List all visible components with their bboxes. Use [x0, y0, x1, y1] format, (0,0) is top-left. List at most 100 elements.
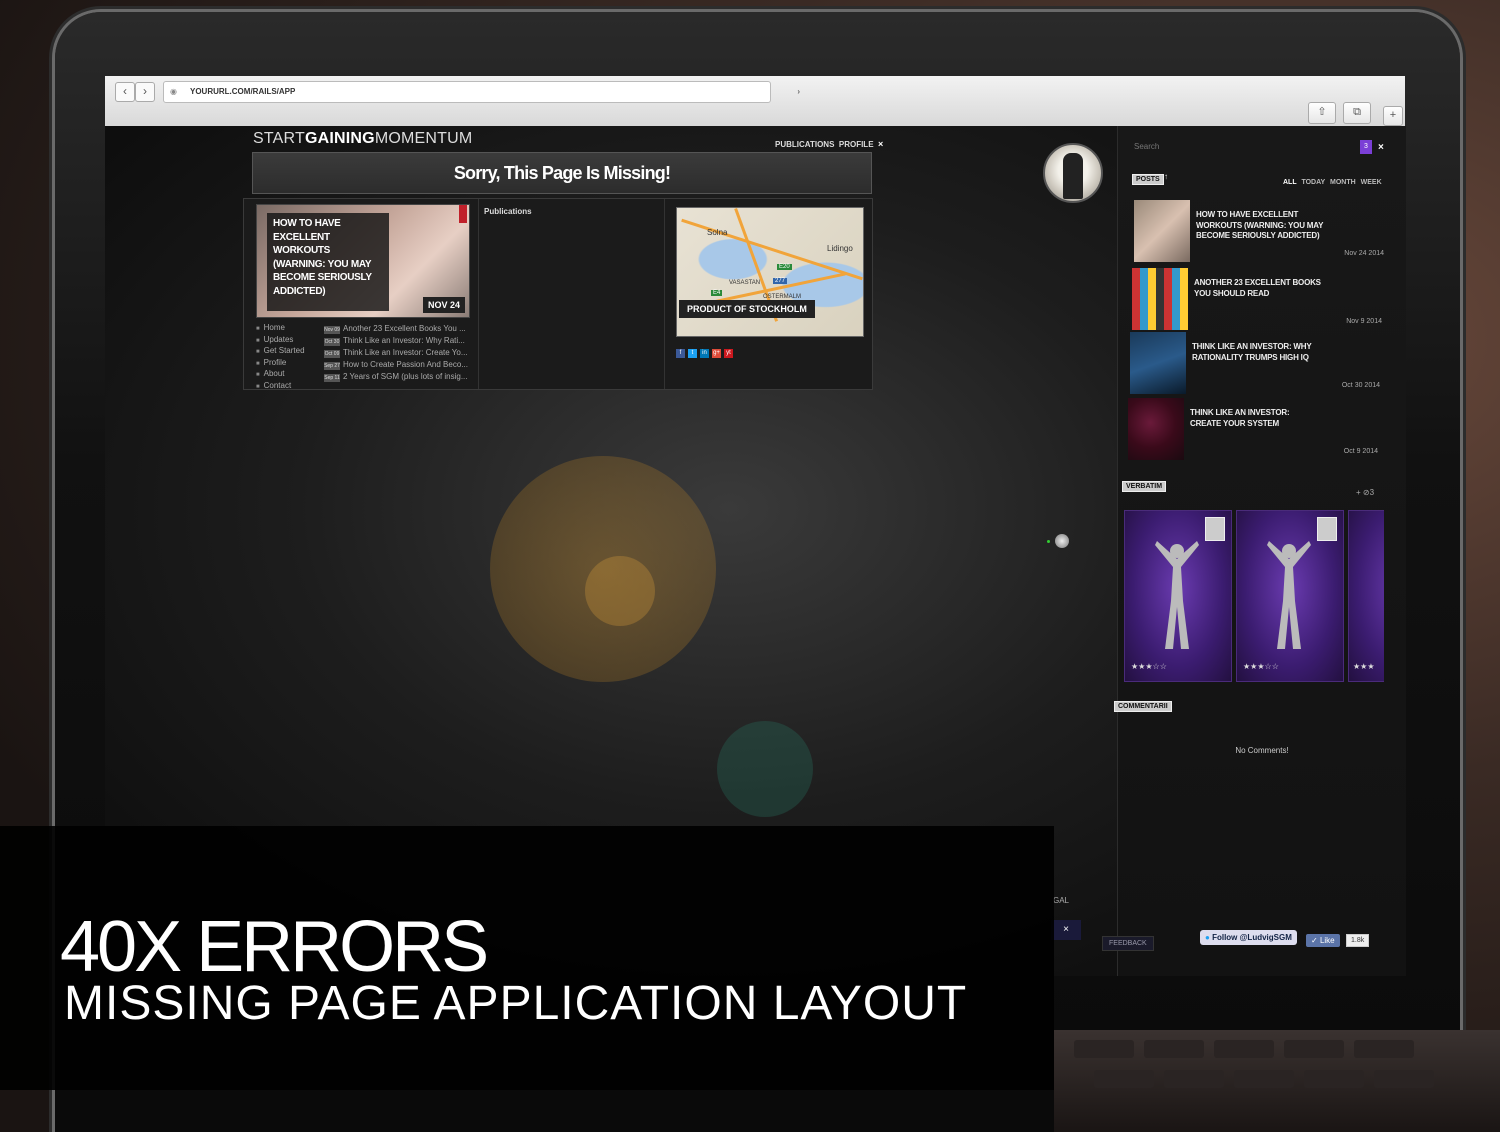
- filter-month[interactable]: MONTH: [1330, 179, 1356, 186]
- menu-contact[interactable]: Contact: [256, 381, 305, 393]
- suit-figure-icon: [1063, 153, 1083, 199]
- posts-tag[interactable]: POSTS: [1132, 174, 1164, 185]
- post-item[interactable]: THINK LIKE AN INVESTOR: WHY RATIONALITY …: [1130, 332, 1388, 396]
- post-date: Oct 09: [324, 350, 340, 358]
- post-thumbnail: [1132, 268, 1188, 330]
- post-item[interactable]: THINK LIKE AN INVESTOR: CREATE YOUR SYST…: [1128, 398, 1386, 462]
- post-date: Oct 9 2014: [1343, 448, 1378, 455]
- site-menu: Home Updates Get Started Profile About C…: [256, 323, 305, 392]
- map-label: Lidingo: [827, 244, 853, 253]
- twitter-icon: ●: [1205, 933, 1210, 942]
- post-title: Think Like an Investor: Why Rati...: [343, 336, 465, 345]
- search-input[interactable]: Search: [1134, 142, 1159, 151]
- post-date: Oct 30: [324, 338, 340, 346]
- close-icon[interactable]: ×: [1051, 920, 1081, 940]
- featured-post-image[interactable]: HOW TO HAVE EXCELLENT WORKOUTS (WARNING:…: [256, 204, 470, 318]
- facebook-icon[interactable]: f: [676, 349, 685, 358]
- linkedin-icon[interactable]: in: [700, 349, 709, 358]
- key: [1304, 1070, 1364, 1088]
- legal-link[interactable]: GAL: [1053, 896, 1069, 905]
- google-plus-icon[interactable]: g+: [712, 349, 721, 358]
- featured-post-title[interactable]: HOW TO HAVE EXCELLENT WORKOUTS (WARNING:…: [267, 213, 389, 311]
- latest-posts: Nov 09 Another 23 Excellent Books You ...…: [324, 323, 469, 383]
- share-button[interactable]: ⇧: [1308, 102, 1336, 124]
- map-label: E4: [711, 290, 723, 296]
- back-button[interactable]: ‹: [115, 82, 135, 102]
- avatar[interactable]: [1043, 143, 1103, 203]
- post-item[interactable]: HOW TO HAVE EXCELLENT WORKOUTS (WARNING:…: [1134, 200, 1392, 264]
- commentarii-tag[interactable]: COMMENTARII: [1114, 701, 1172, 712]
- nav-profile[interactable]: PROFILE: [839, 140, 874, 149]
- divider: [664, 199, 665, 389]
- close-icon[interactable]: ×: [878, 139, 883, 149]
- brand-start: START: [253, 130, 305, 147]
- forward-button[interactable]: ›: [135, 82, 155, 102]
- post-title: THINK LIKE AN INVESTOR: CREATE YOUR SYST…: [1190, 408, 1290, 428]
- list-item[interactable]: Oct 09 Think Like an Investor: Create Yo.…: [324, 347, 469, 359]
- lock-icon: ◉: [170, 87, 177, 96]
- chevron-left-icon: ‹: [123, 84, 127, 98]
- key: [1284, 1040, 1344, 1058]
- empty-comments: No Comments!: [1235, 746, 1289, 755]
- verbatim-tag[interactable]: VERBATIM: [1122, 481, 1167, 492]
- nav-publications[interactable]: PUBLICATIONS: [775, 140, 834, 149]
- arrow-up-icon[interactable]: ↑: [1164, 172, 1168, 181]
- post-date: Nov 24 2014: [1344, 250, 1384, 257]
- address-bar[interactable]: ◉ YOURURL.COM/RAILS/APP ›: [163, 81, 800, 103]
- check-icon: ✓: [1311, 936, 1318, 945]
- menu-profile[interactable]: Profile: [256, 358, 305, 370]
- twitter-icon[interactable]: t: [688, 349, 697, 358]
- menu-get-started[interactable]: Get Started: [256, 346, 305, 358]
- key: [1094, 1070, 1154, 1088]
- list-item[interactable]: Oct 30 Think Like an Investor: Why Rati..…: [324, 335, 469, 347]
- new-tab-button[interactable]: +: [1383, 106, 1403, 126]
- browser-toolbar: ‹ › ◉ YOURURL.COM/RAILS/APP › ⇧ ⧉ +: [105, 76, 1405, 127]
- youtube-icon[interactable]: yt: [724, 349, 733, 358]
- human-figure-icon: [1267, 541, 1311, 649]
- menu-about[interactable]: About: [256, 369, 305, 381]
- url-text: YOURURL.COM/RAILS/APP: [190, 87, 296, 96]
- verbatim-card[interactable]: ★★★☆☆: [1124, 510, 1232, 682]
- key: [1214, 1040, 1274, 1058]
- post-filters: ALL TODAY MONTH WEEK: [1283, 179, 1382, 186]
- verbatim-card[interactable]: ★★★☆☆: [1236, 510, 1344, 682]
- close-icon[interactable]: ×: [1378, 142, 1384, 153]
- post-date: Sep 11: [324, 374, 340, 382]
- list-item[interactable]: Sep 27 How to Create Passion And Beco...: [324, 359, 469, 371]
- like-button[interactable]: ✓ Like: [1306, 934, 1340, 947]
- rating-stars: ★★★☆☆: [1243, 662, 1279, 671]
- key: [1374, 1070, 1434, 1088]
- notification-badge[interactable]: 3: [1360, 140, 1372, 154]
- stockholm-map[interactable]: Solna Lidingo VASASTAN OSTERMALM E20 277…: [676, 207, 864, 337]
- publications-label: Publications: [484, 207, 532, 216]
- map-caption: PRODUCT OF STOCKHOLM: [679, 300, 815, 318]
- filter-all[interactable]: ALL: [1283, 179, 1296, 186]
- post-date: Oct 30 2014: [1341, 382, 1380, 389]
- post-thumbnail: [1130, 332, 1186, 394]
- key: [1074, 1040, 1134, 1058]
- verbatim-card[interactable]: ★★★: [1348, 510, 1384, 682]
- filter-week[interactable]: WEEK: [1361, 179, 1382, 186]
- new-flag: [459, 205, 467, 223]
- caption-overlay: 40X ERRORS MISSING PAGE APPLICATION LAYO…: [0, 826, 1054, 1090]
- verbatim-add[interactable]: + ⊘3: [1356, 488, 1374, 497]
- right-sidebar: Search 3 × POSTS ↑ ALL TODAY MONTH WEEK …: [1102, 126, 1406, 976]
- filter-today[interactable]: TODAY: [1301, 179, 1325, 186]
- post-item[interactable]: ANOTHER 23 EXCELLENT BOOKS YOU SHOULD RE…: [1132, 268, 1390, 332]
- tabs-button[interactable]: ⧉: [1343, 102, 1371, 124]
- post-title: THINK LIKE AN INVESTOR: WHY RATIONALITY …: [1192, 342, 1312, 362]
- twitter-follow-button[interactable]: ● Follow @LudvigSGM: [1200, 930, 1297, 945]
- human-figure-icon: [1155, 541, 1199, 649]
- site-logo[interactable]: STARTGAININGMOMENTUM: [253, 130, 472, 148]
- map-label: Solna: [707, 228, 728, 237]
- like-label: Like: [1319, 936, 1335, 945]
- post-thumbnail: [1134, 200, 1190, 262]
- list-item[interactable]: Sep 11 2 Years of SGM (plus lots of insig…: [324, 371, 469, 383]
- feedback-button[interactable]: FEEDBACK: [1102, 936, 1154, 951]
- status-dot: [1047, 540, 1050, 543]
- menu-home[interactable]: Home: [256, 323, 305, 335]
- list-item[interactable]: Nov 09 Another 23 Excellent Books You ...: [324, 323, 469, 335]
- rating-stars: ★★★: [1353, 662, 1375, 671]
- toggle-knob[interactable]: [1055, 534, 1069, 548]
- menu-updates[interactable]: Updates: [256, 335, 305, 347]
